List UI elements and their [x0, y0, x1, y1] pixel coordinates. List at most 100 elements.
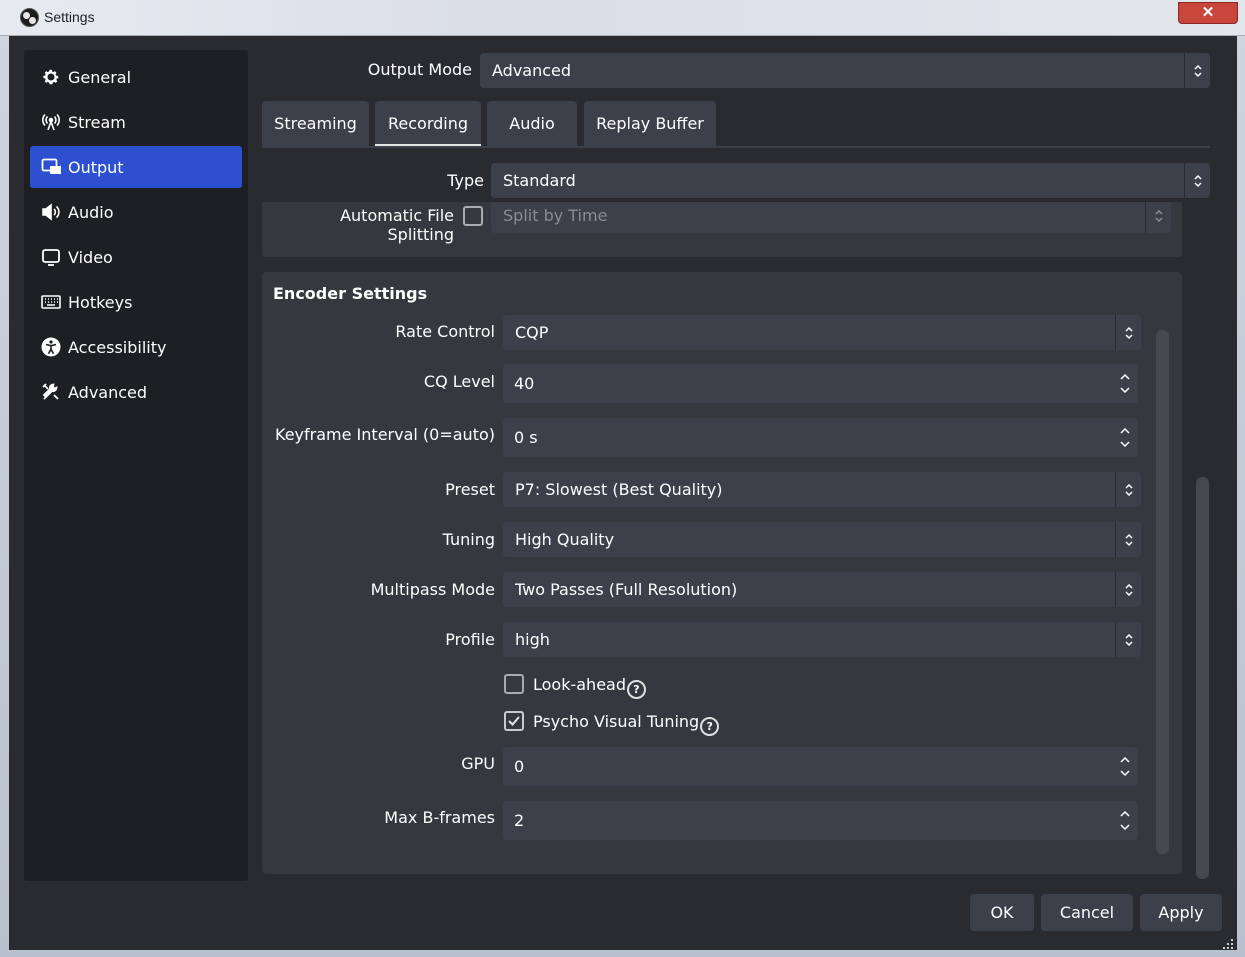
title-bar[interactable]: Settings ✕ — [0, 0, 1245, 36]
gpu-value: 0 — [514, 757, 525, 776]
apply-button[interactable]: Apply — [1140, 894, 1222, 931]
profile-select[interactable]: high — [503, 622, 1141, 657]
updown-arrows-icon — [1115, 572, 1141, 607]
sidebar-item-label: General — [68, 67, 132, 87]
type-select[interactable]: Standard — [491, 163, 1210, 198]
tab-streaming[interactable]: Streaming — [262, 101, 369, 146]
updown-arrows-icon — [1115, 622, 1141, 657]
sidebar-item-label: Stream — [68, 112, 126, 132]
tuning-select[interactable]: High Quality — [503, 522, 1141, 557]
encoder-settings-title: Encoder Settings — [273, 284, 428, 303]
multipass-mode-label: Multipass Mode — [370, 580, 495, 599]
sidebar-item-output[interactable]: Output — [30, 146, 242, 188]
sidebar-item-label: Hotkeys — [68, 292, 133, 312]
cancel-button[interactable]: Cancel — [1041, 894, 1133, 931]
max-bframes-label: Max B-frames — [384, 808, 495, 827]
sidebar-item-label: Advanced — [68, 382, 148, 402]
updown-arrows-icon — [1184, 163, 1210, 198]
updown-arrows-icon — [1145, 198, 1171, 233]
sidebar-item-video[interactable]: Video — [30, 236, 242, 278]
rate-control-value: CQP — [515, 323, 549, 342]
spin-arrows-icon[interactable] — [1112, 364, 1138, 403]
cq-level-spinbox[interactable]: 40 — [503, 364, 1138, 403]
tuning-label: Tuning — [442, 530, 495, 549]
output-mode-value: Advanced — [492, 61, 572, 80]
updown-arrows-icon — [1115, 472, 1141, 507]
sidebar-item-audio[interactable]: Audio — [30, 191, 242, 233]
preset-select[interactable]: P7: Slowest (Best Quality) — [503, 472, 1141, 507]
help-icon[interactable]: ? — [700, 717, 720, 736]
help-icon[interactable]: ? — [627, 680, 646, 699]
tab-audio[interactable]: Audio — [487, 101, 577, 146]
spin-arrows-icon[interactable] — [1112, 747, 1138, 786]
max-bframes-spinbox[interactable]: 2 — [503, 801, 1138, 840]
type-value: Standard — [503, 171, 576, 190]
keyframe-interval-value: 0 s — [514, 428, 538, 447]
window-frame-bottom — [0, 950, 1245, 957]
window-title: Settings — [44, 9, 95, 25]
tab-recording[interactable]: Recording — [375, 101, 481, 146]
sidebar-item-advanced[interactable]: Advanced — [30, 371, 242, 413]
file-splitting-checkbox[interactable] — [463, 206, 483, 226]
max-bframes-value: 2 — [514, 811, 525, 830]
antenna-icon — [40, 111, 62, 133]
checkmark-icon — [508, 716, 520, 726]
rate-control-label: Rate Control — [395, 322, 495, 341]
rate-control-select[interactable]: CQP — [503, 315, 1141, 350]
look-ahead-option[interactable]: Look-ahead? — [533, 675, 646, 699]
type-label: Type — [447, 171, 484, 190]
tuning-value: High Quality — [515, 530, 615, 549]
sidebar-item-hotkeys[interactable]: Hotkeys — [30, 281, 242, 323]
profile-value: high — [515, 630, 550, 649]
gpu-label: GPU — [461, 754, 495, 773]
settings-sidebar: General Stream Output Audio Video Hotkey… — [24, 50, 248, 881]
updown-arrows-icon — [1115, 522, 1141, 557]
sidebar-item-label: Audio — [68, 202, 114, 222]
sidebar-item-stream[interactable]: Stream — [30, 101, 242, 143]
spin-arrows-icon[interactable] — [1112, 801, 1138, 840]
psycho-visual-tuning-checkbox[interactable] — [504, 711, 524, 731]
window-frame-right — [1237, 36, 1245, 957]
close-button[interactable]: ✕ — [1178, 2, 1238, 24]
output-mode-select[interactable]: Advanced — [480, 53, 1210, 88]
speaker-icon — [40, 201, 62, 223]
sidebar-item-label: Video — [68, 247, 113, 267]
look-ahead-checkbox[interactable] — [504, 674, 524, 694]
updown-arrows-icon — [1115, 315, 1141, 350]
keyframe-interval-label: Keyframe Interval (0=auto) — [275, 425, 495, 444]
multipass-mode-value: Two Passes (Full Resolution) — [515, 580, 738, 599]
keyboard-icon — [40, 291, 62, 313]
sidebar-item-accessibility[interactable]: Accessibility — [30, 326, 242, 368]
split-mode-select[interactable]: Split by Time — [491, 198, 1171, 233]
preset-value: P7: Slowest (Best Quality) — [515, 480, 723, 499]
sidebar-item-general[interactable]: General — [30, 56, 242, 98]
updown-arrows-icon — [1184, 53, 1210, 88]
resize-grip-icon[interactable] — [1222, 935, 1234, 949]
output-icon — [40, 156, 62, 178]
look-ahead-label: Look-ahead — [533, 675, 626, 694]
cq-level-value: 40 — [514, 374, 535, 393]
tab-replay-buffer[interactable]: Replay Buffer — [584, 101, 716, 146]
obs-logo-icon — [20, 8, 39, 27]
psycho-visual-tuning-option[interactable]: Psycho Visual Tuning? — [533, 712, 720, 736]
output-mode-label: Output Mode — [367, 60, 472, 79]
keyframe-interval-spinbox[interactable]: 0 s — [503, 418, 1138, 457]
psycho-visual-tuning-label: Psycho Visual Tuning — [533, 712, 700, 731]
preset-label: Preset — [445, 480, 495, 499]
cq-level-label: CQ Level — [423, 372, 495, 391]
monitor-icon — [40, 246, 62, 268]
encoder-scrollbar[interactable] — [1156, 330, 1169, 854]
gpu-spinbox[interactable]: 0 — [503, 747, 1138, 786]
sidebar-item-label: Output — [68, 157, 124, 177]
file-splitting-label: Automatic File Splitting — [340, 206, 454, 244]
settings-scrollbar[interactable] — [1196, 477, 1209, 879]
sidebar-item-label: Accessibility — [68, 337, 167, 357]
window-frame-left — [0, 36, 9, 957]
accessibility-icon — [40, 336, 62, 358]
tabs-underline — [262, 146, 1210, 148]
tools-icon — [40, 381, 62, 403]
multipass-mode-select[interactable]: Two Passes (Full Resolution) — [503, 572, 1141, 607]
profile-label: Profile — [445, 630, 495, 649]
ok-button[interactable]: OK — [970, 894, 1034, 931]
spin-arrows-icon[interactable] — [1112, 418, 1138, 457]
